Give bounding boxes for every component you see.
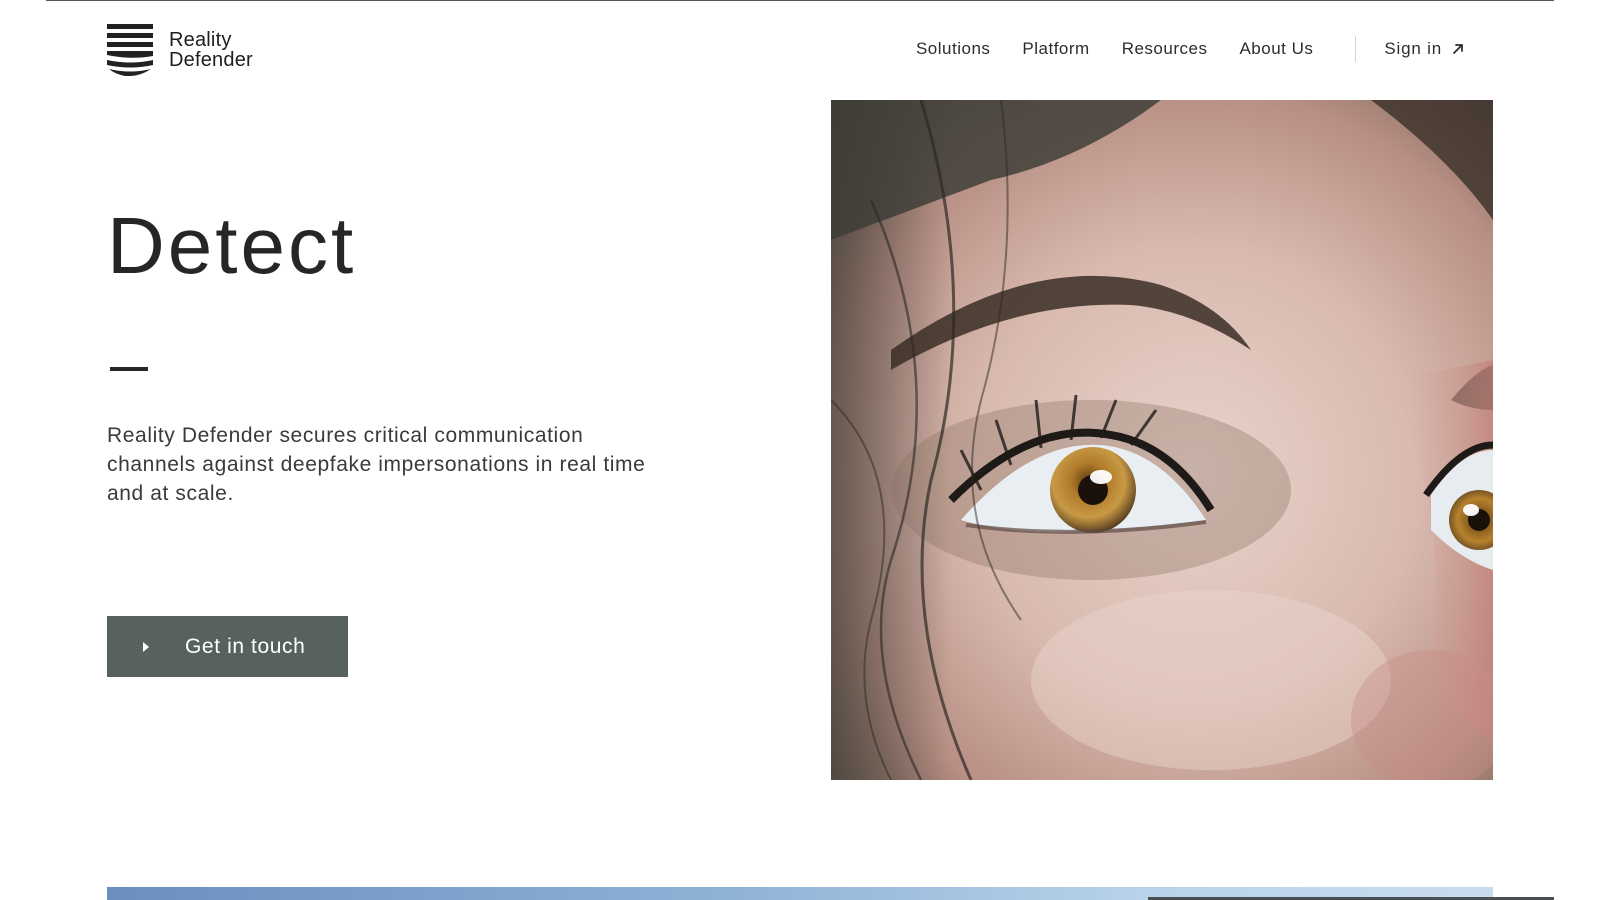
sign-in-label: Sign in [1384, 39, 1442, 58]
nav-item-about-us[interactable]: About Us [1239, 39, 1313, 59]
brand-logo-link[interactable]: Reality Defender [107, 24, 253, 76]
top-divider [46, 0, 1554, 1]
nav-divider [1355, 36, 1357, 62]
hero-dash-divider [110, 367, 148, 371]
striped-shield-logo-icon [107, 24, 153, 76]
nav-item-solutions[interactable]: Solutions [916, 39, 990, 59]
brand-name-line1: Reality [169, 29, 232, 51]
main-nav: Solutions Platform Resources About Us Si… [916, 36, 1464, 62]
brand-name-line2: Defender [169, 49, 253, 71]
arrow-up-right-icon [1453, 44, 1463, 54]
hero-photo-eye [831, 100, 1493, 780]
hero-description: Reality Defender secures critical commun… [107, 424, 646, 505]
hero-title: Detect [107, 201, 357, 290]
sign-in-link[interactable]: Sign in [1384, 39, 1464, 59]
play-triangle-icon [143, 641, 149, 652]
hero-image [831, 100, 1493, 780]
get-in-touch-label: Get in touch [185, 634, 306, 658]
get-in-touch-button[interactable]: Get in touch [107, 616, 348, 677]
nav-item-resources[interactable]: Resources [1122, 39, 1208, 59]
brand-name: Reality Defender [169, 30, 253, 70]
nav-item-platform[interactable]: Platform [1022, 39, 1089, 59]
page: Reality Defender Solutions Platform Reso… [0, 0, 1600, 900]
